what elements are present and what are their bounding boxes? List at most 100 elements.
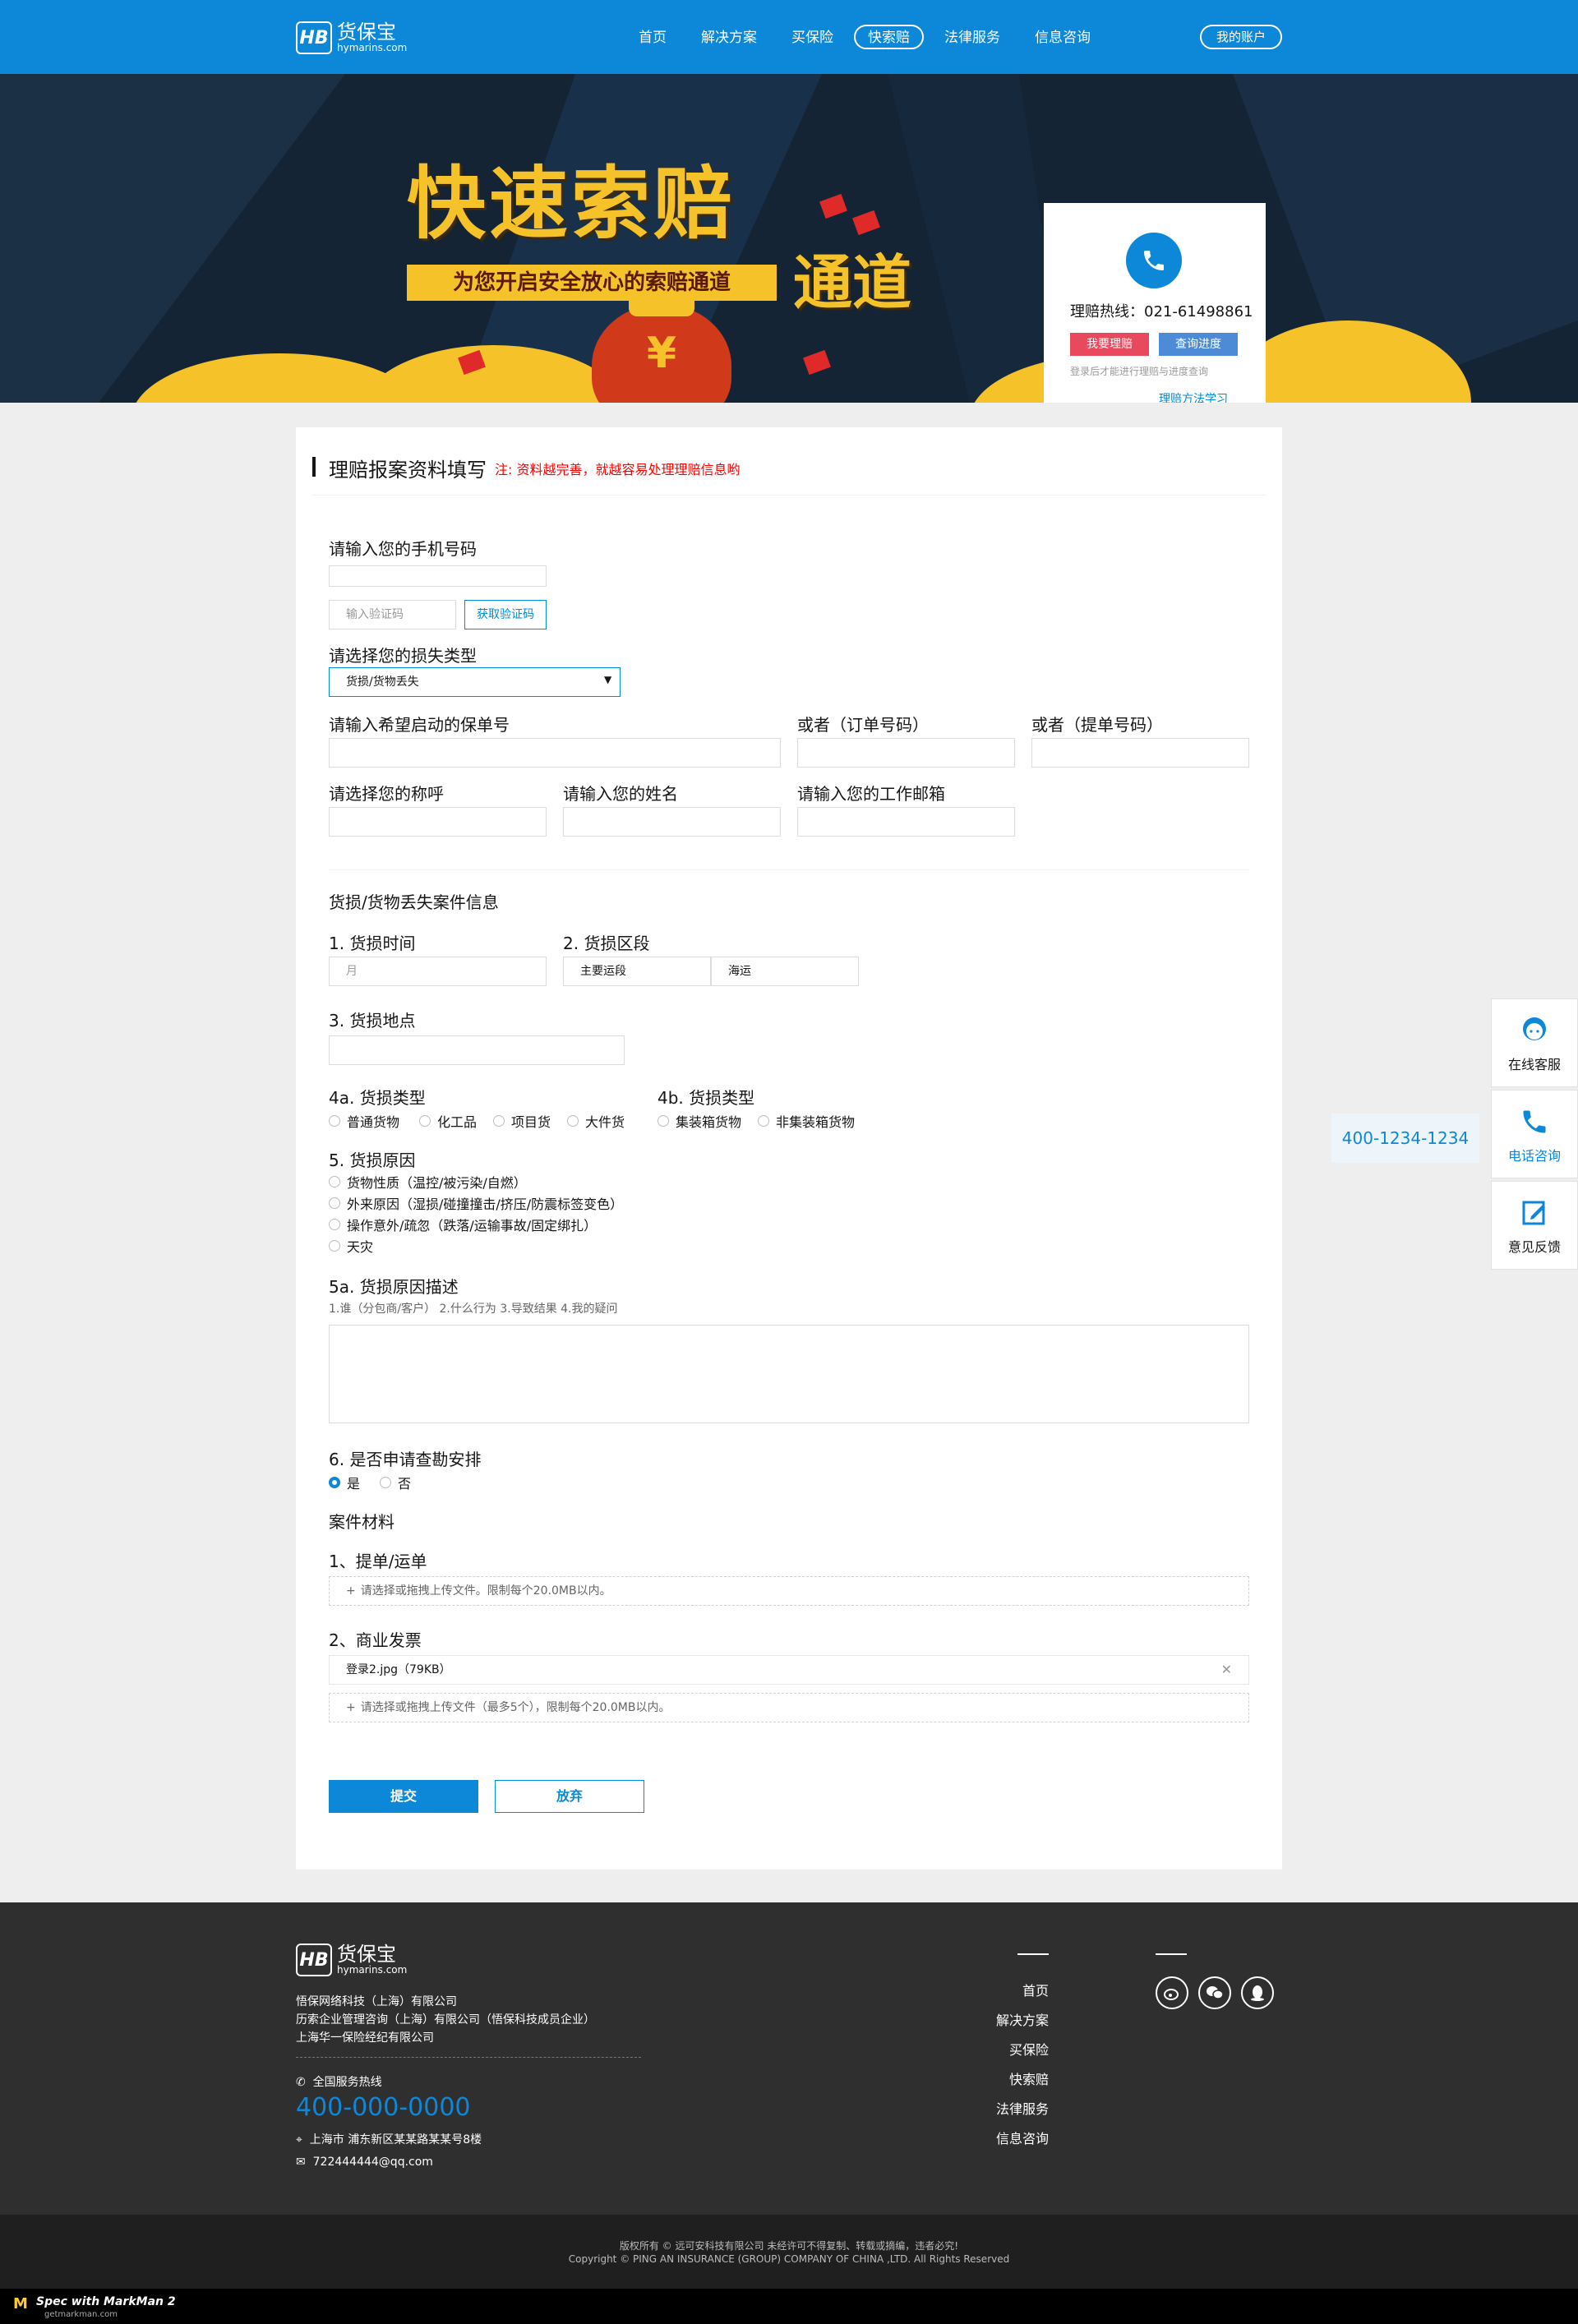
container-type-container[interactable]: 集装箱货物	[658, 1111, 741, 1131]
address-text: 上海市 浦东新区某某路某某号8楼	[309, 2133, 482, 2146]
loss-cause-external[interactable]: 外来原因（湿损/碰撞撞击/挤压/防震标签变色）	[329, 1193, 623, 1213]
nav-item-home[interactable]: 首页	[625, 25, 681, 49]
check-progress-button[interactable]: 查询进度	[1159, 333, 1238, 356]
loss-desc-hint: 1.谁（分包商/客户） 2.什么行为 3.导致结果 4.我的疑问	[329, 1303, 618, 1316]
salutation-select[interactable]	[329, 807, 547, 837]
hero-banner: 快速索赔 通道 为您开启安全放心的索赔通道 ¥ 理赔热线：021-6149886…	[0, 74, 1578, 403]
loss-cause-disaster[interactable]: 天灾	[329, 1236, 373, 1256]
option-label: 化工品	[437, 1114, 478, 1130]
claim-guide-link[interactable]: 理赔方法学习	[1159, 390, 1228, 403]
cargo-type-project[interactable]: 项目货	[493, 1111, 551, 1131]
shipping-mode-select[interactable]: 海运	[711, 957, 859, 986]
delete-file-icon[interactable]: ✕	[1221, 1656, 1232, 1684]
copyright-line-2: Copyright © PING AN INSURANCE (GROUP) CO…	[568, 2253, 1010, 2265]
footer-link-consulting[interactable]: 信息咨询	[986, 2124, 1049, 2154]
survey-yes[interactable]: 是	[329, 1473, 360, 1492]
cargo-type-general[interactable]: 普通货物	[329, 1111, 399, 1131]
uploaded-file-name: 登录2.jpg（79KB）	[346, 1663, 451, 1676]
email-input[interactable]	[797, 807, 1015, 837]
loss-cause-operation[interactable]: 操作意外/疏忽（跌落/运输事故/固定绑扎）	[329, 1215, 597, 1234]
loss-cause-nature[interactable]: 货物性质（温控/被污染/自燃）	[329, 1172, 527, 1192]
cargo-type-label: 4a. 货损类型	[329, 1088, 426, 1108]
nav-item-quick-claim[interactable]: 快索赔	[854, 25, 924, 49]
footer-link-buy-insurance[interactable]: 买保险	[986, 2036, 1049, 2065]
markman-text: Spec with MarkMan 2	[36, 2295, 176, 2308]
service-hotline-number: 400-000-0000	[296, 2093, 471, 2122]
qq-icon[interactable]	[1241, 1976, 1274, 2009]
brand-domain: hymarins.com	[337, 42, 408, 53]
name-input[interactable]	[563, 807, 781, 837]
footer-links: 首页 解决方案 买保险 快索赔 法律服务 信息咨询	[986, 1976, 1049, 2154]
service-hotline-label: ✆ 全国服务热线	[296, 2073, 382, 2090]
brand-logo[interactable]: HB 货保宝 hymarins.com	[296, 21, 407, 54]
radio-checked-icon	[329, 1477, 340, 1488]
footer-link-quick-claim[interactable]: 快索赔	[986, 2065, 1049, 2095]
upload-invoice-dropzone[interactable]: + 请选择或拖拽上传文件（最多5个），限制每个20.0MB以内。	[329, 1693, 1249, 1722]
submit-button[interactable]: 提交	[329, 1780, 478, 1813]
container-type-non-container[interactable]: 非集装箱货物	[758, 1111, 855, 1131]
order-number-input[interactable]	[797, 738, 1015, 768]
radio-icon	[329, 1176, 340, 1187]
spec-watermark-bar: M Spec with MarkMan 2 getmarkman.com	[0, 2289, 1578, 2324]
loss-desc-textarea[interactable]	[329, 1325, 1249, 1423]
file-claim-button[interactable]: 我要理赔	[1070, 333, 1149, 356]
survey-no[interactable]: 否	[380, 1473, 411, 1492]
radio-icon	[380, 1477, 391, 1488]
plus-icon: +	[346, 1584, 356, 1598]
brand-mark: HB	[296, 1944, 332, 1976]
uploaded-file-row: 登录2.jpg（79KB） ✕	[329, 1655, 1249, 1685]
footer-link-legal[interactable]: 法律服务	[986, 2095, 1049, 2124]
bill-number-input[interactable]	[1031, 738, 1249, 768]
radio-icon	[329, 1197, 340, 1209]
service-hotline-text: 全国服务热线	[312, 2076, 382, 2089]
option-label: 外来原因（湿损/碰撞撞击/挤压/防震标签变色）	[347, 1197, 624, 1212]
nav-item-buy-insurance[interactable]: 买保险	[777, 25, 847, 49]
loss-type-select[interactable]: 货损/货物丢失	[329, 667, 621, 697]
footer-link-home[interactable]: 首页	[986, 1976, 1049, 2006]
option-label: 非集装箱货物	[776, 1114, 856, 1130]
materials-section-title: 案件材料	[329, 1512, 394, 1532]
cancel-button[interactable]: 放弃	[495, 1780, 644, 1813]
footer-link-solutions[interactable]: 解决方案	[986, 2006, 1049, 2036]
material-item-1-label: 1、提单/运单	[329, 1552, 427, 1571]
login-tip: 登录后才能进行理赔与进度查询	[1070, 366, 1209, 377]
upload-hint: 请选择或拖拽上传文件（最多5个），限制每个20.0MB以内。	[360, 1701, 671, 1714]
upload-bill-dropzone[interactable]: + 请选择或拖拽上传文件。限制每个20.0MB以内。	[329, 1576, 1249, 1606]
weibo-icon[interactable]	[1156, 1976, 1188, 2009]
option-label: 天灾	[347, 1239, 374, 1255]
nav-item-solutions[interactable]: 解决方案	[687, 25, 771, 49]
order-number-label: 或者（订单号码）	[797, 715, 929, 735]
footer-logo[interactable]: HB 货保宝 hymarins.com	[296, 1944, 407, 1976]
cargo-type-chemical[interactable]: 化工品	[419, 1111, 477, 1131]
nav-item-legal[interactable]: 法律服务	[930, 25, 1014, 49]
loss-type-label: 请选择您的损失类型	[329, 646, 477, 666]
get-code-button[interactable]: 获取验证码	[464, 600, 547, 629]
page: HB 货保宝 hymarins.com 首页 解决方案 买保险 快索赔 法律服务…	[0, 0, 1578, 2324]
phone-input[interactable]	[329, 565, 547, 587]
online-service-label: 在线客服	[1507, 1057, 1561, 1072]
name-label: 请输入您的姓名	[563, 784, 678, 804]
phone-consult-button[interactable]: 电话咨询	[1491, 1090, 1578, 1178]
loss-desc-label: 5a. 货损原因描述	[329, 1277, 459, 1297]
customer-service-icon	[1492, 1012, 1577, 1049]
main-stage-select[interactable]: 主要运段	[563, 957, 711, 986]
online-service-button[interactable]: 在线客服	[1491, 998, 1578, 1087]
banner-title: 快速索赔	[407, 158, 736, 250]
wechat-icon[interactable]	[1198, 1976, 1231, 2009]
option-label: 项目货	[511, 1114, 551, 1130]
my-account-button[interactable]: 我的账户	[1200, 25, 1282, 49]
verify-code-input[interactable]: 输入验证码	[329, 600, 456, 629]
footer-address: ⌖ 上海市 浦东新区某某路某某号8楼	[296, 2131, 482, 2147]
nav-item-consulting[interactable]: 信息咨询	[1021, 25, 1105, 49]
container-type-label: 4b. 货损类型	[658, 1088, 755, 1108]
radio-icon	[329, 1219, 340, 1230]
feedback-button[interactable]: 意见反馈	[1491, 1181, 1578, 1270]
cargo-type-oversized[interactable]: 大件货	[567, 1111, 625, 1131]
title-accent-bar	[312, 457, 316, 477]
policy-number-input[interactable]	[329, 738, 781, 768]
loss-time-input[interactable]: 月	[329, 957, 547, 986]
option-label: 是	[347, 1476, 361, 1492]
company-name: 历索企业管理咨询（上海）有限公司（悟保科技成员企业）	[296, 2013, 595, 2027]
brand-name: 货保宝	[337, 21, 396, 44]
loss-place-input[interactable]	[329, 1035, 625, 1065]
